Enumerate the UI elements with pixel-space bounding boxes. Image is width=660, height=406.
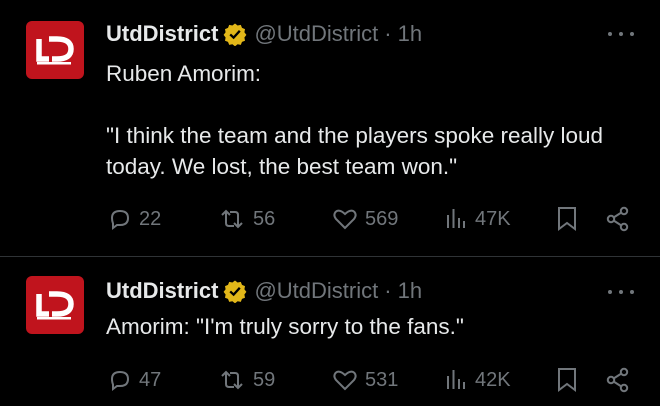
repost-icon <box>221 209 243 229</box>
tweet-header: UtdDistrict @UtdDistrict · 1h <box>106 20 422 48</box>
utd-district-logo <box>36 291 74 320</box>
views-count: 47K <box>475 207 511 230</box>
tweet-actions: 22 56 569 47K <box>0 204 660 234</box>
separator-dot: · <box>384 21 392 46</box>
views-icon <box>447 370 465 389</box>
share-button[interactable] <box>605 204 631 234</box>
timeline-feed: UtdDistrict @UtdDistrict · 1h Ruben Amor… <box>0 0 660 406</box>
reply-icon <box>110 209 130 230</box>
bookmark-button[interactable] <box>556 365 578 395</box>
heart-icon <box>333 209 357 230</box>
handle[interactable]: @UtdDistrict <box>254 278 378 304</box>
like-button[interactable]: 569 <box>332 204 398 234</box>
like-button[interactable]: 531 <box>332 365 398 395</box>
views-icon <box>447 209 465 228</box>
share-icon <box>606 206 629 232</box>
tweet-text: Ruben Amorim: "I think the team and the … <box>106 61 604 179</box>
display-name[interactable]: UtdDistrict <box>106 21 218 47</box>
repost-icon <box>221 370 243 390</box>
more-options-icon[interactable] <box>608 24 634 44</box>
reply-button[interactable]: 22 <box>108 204 161 234</box>
reply-count: 47 <box>139 368 162 391</box>
repost-button[interactable]: 56 <box>218 204 275 234</box>
views-button[interactable]: 42K <box>444 365 511 395</box>
reply-button[interactable]: 47 <box>108 365 161 395</box>
tweet-header: UtdDistrict @UtdDistrict · 1h <box>106 277 422 305</box>
reply-icon <box>110 370 130 391</box>
heart-icon <box>333 370 357 391</box>
tweet-actions: 47 59 531 42K <box>0 365 660 395</box>
timestamp[interactable]: 1h <box>398 278 422 304</box>
share-icon <box>606 367 629 393</box>
tweet-text: Amorim: "I'm truly sorry to the fans." <box>106 314 464 339</box>
handle[interactable]: @UtdDistrict <box>254 21 378 47</box>
timestamp[interactable]: 1h <box>398 21 422 47</box>
utd-district-logo <box>36 36 74 65</box>
repost-count: 59 <box>253 368 276 391</box>
more-options-icon[interactable] <box>608 282 634 302</box>
avatar[interactable] <box>26 276 84 334</box>
views-count: 42K <box>475 368 511 391</box>
bookmark-icon <box>558 368 576 392</box>
reply-count: 22 <box>139 207 162 230</box>
separator-dot: · <box>384 278 392 303</box>
like-count: 531 <box>365 368 399 391</box>
share-button[interactable] <box>605 365 631 395</box>
bookmark-button[interactable] <box>556 204 578 234</box>
tweet[interactable]: UtdDistrict @UtdDistrict · 1h Ruben Amor… <box>0 0 660 256</box>
views-button[interactable]: 47K <box>444 204 511 234</box>
repost-button[interactable]: 59 <box>218 365 275 395</box>
display-name[interactable]: UtdDistrict <box>106 278 218 304</box>
verified-badge-icon[interactable] <box>223 279 247 303</box>
verified-badge-icon[interactable] <box>223 22 247 46</box>
avatar[interactable] <box>26 21 84 79</box>
like-count: 569 <box>365 207 399 230</box>
repost-count: 56 <box>253 207 276 230</box>
bookmark-icon <box>558 207 576 231</box>
tweet[interactable]: UtdDistrict @UtdDistrict · 1h Amorim: "I… <box>0 257 660 406</box>
